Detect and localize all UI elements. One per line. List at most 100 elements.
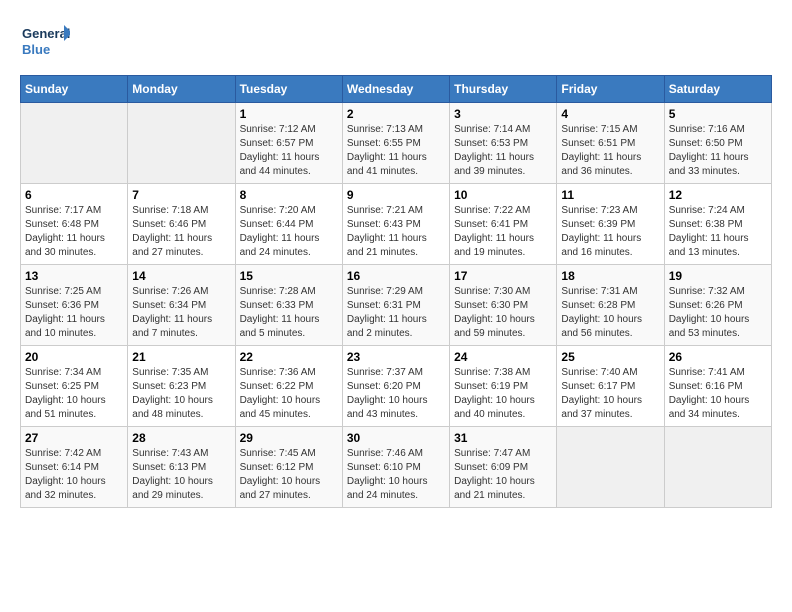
weekday-header: Monday [128,76,235,103]
weekday-header: Friday [557,76,664,103]
calendar-cell [21,103,128,184]
day-number: 19 [669,269,767,283]
calendar-cell: 27 Sunrise: 7:42 AMSunset: 6:14 PMDayligh… [21,427,128,508]
day-number: 8 [240,188,338,202]
calendar-cell: 3 Sunrise: 7:14 AMSunset: 6:53 PMDaylight… [450,103,557,184]
day-info: Sunrise: 7:37 AMSunset: 6:20 PMDaylight:… [347,366,445,422]
day-number: 21 [132,350,230,364]
calendar-cell: 31 Sunrise: 7:47 AMSunset: 6:09 PMDayligh… [450,427,557,508]
day-number: 27 [25,431,123,445]
day-info: Sunrise: 7:40 AMSunset: 6:17 PMDaylight:… [561,366,659,422]
day-number: 31 [454,431,552,445]
day-info: Sunrise: 7:31 AMSunset: 6:28 PMDaylight:… [561,285,659,341]
day-info: Sunrise: 7:25 AMSunset: 6:36 PMDaylight:… [25,285,123,341]
day-number: 22 [240,350,338,364]
day-info: Sunrise: 7:41 AMSunset: 6:16 PMDaylight:… [669,366,767,422]
calendar-week-row: 27 Sunrise: 7:42 AMSunset: 6:14 PMDayligh… [21,427,772,508]
calendar-cell: 26 Sunrise: 7:41 AMSunset: 6:16 PMDayligh… [664,346,771,427]
day-info: Sunrise: 7:18 AMSunset: 6:46 PMDaylight:… [132,204,230,260]
day-number: 28 [132,431,230,445]
weekday-header: Thursday [450,76,557,103]
calendar-cell: 15Sunrise: 7:28 AMSunset: 6:33 PMDayligh… [235,265,342,346]
weekday-header: Tuesday [235,76,342,103]
calendar-cell: 23 Sunrise: 7:37 AMSunset: 6:20 PMDayligh… [342,346,449,427]
day-info: Sunrise: 7:20 AMSunset: 6:44 PMDaylight:… [240,204,338,260]
day-number: 5 [669,107,767,121]
calendar-cell: 12Sunrise: 7:24 AMSunset: 6:38 PMDayligh… [664,184,771,265]
day-number: 16 [347,269,445,283]
calendar-cell: 8 Sunrise: 7:20 AMSunset: 6:44 PMDaylight… [235,184,342,265]
weekday-header: Wednesday [342,76,449,103]
page-header: General Blue [20,20,772,65]
day-number: 2 [347,107,445,121]
day-number: 11 [561,188,659,202]
calendar-cell: 7 Sunrise: 7:18 AMSunset: 6:46 PMDaylight… [128,184,235,265]
day-info: Sunrise: 7:34 AMSunset: 6:25 PMDaylight:… [25,366,123,422]
day-number: 23 [347,350,445,364]
calendar-cell [664,427,771,508]
day-info: Sunrise: 7:42 AMSunset: 6:14 PMDaylight:… [25,447,123,503]
calendar-cell: 9Sunrise: 7:21 AMSunset: 6:43 PMDaylight… [342,184,449,265]
calendar-cell: 24Sunrise: 7:38 AMSunset: 6:19 PMDayligh… [450,346,557,427]
calendar-cell [557,427,664,508]
calendar-week-row: 20 Sunrise: 7:34 AMSunset: 6:25 PMDayligh… [21,346,772,427]
day-info: Sunrise: 7:26 AMSunset: 6:34 PMDaylight:… [132,285,230,341]
calendar-cell: 21 Sunrise: 7:35 AMSunset: 6:23 PMDayligh… [128,346,235,427]
weekday-header-row: SundayMondayTuesdayWednesdayThursdayFrid… [21,76,772,103]
calendar-cell: 1 Sunrise: 7:12 AMSunset: 6:57 PMDaylight… [235,103,342,184]
calendar-cell: 29 Sunrise: 7:45 AMSunset: 6:12 PMDayligh… [235,427,342,508]
day-info: Sunrise: 7:22 AMSunset: 6:41 PMDaylight:… [454,204,552,260]
day-number: 4 [561,107,659,121]
day-info: Sunrise: 7:43 AMSunset: 6:13 PMDaylight:… [132,447,230,503]
day-info: Sunrise: 7:35 AMSunset: 6:23 PMDaylight:… [132,366,230,422]
day-info: Sunrise: 7:17 AMSunset: 6:48 PMDaylight:… [25,204,123,260]
day-info: Sunrise: 7:12 AMSunset: 6:57 PMDaylight:… [240,123,338,179]
svg-text:General: General [22,26,70,41]
weekday-header: Saturday [664,76,771,103]
calendar-cell: 17Sunrise: 7:30 AMSunset: 6:30 PMDayligh… [450,265,557,346]
day-info: Sunrise: 7:16 AMSunset: 6:50 PMDaylight:… [669,123,767,179]
day-number: 29 [240,431,338,445]
day-number: 6 [25,188,123,202]
logo: General Blue [20,20,70,65]
calendar-cell: 16 Sunrise: 7:29 AMSunset: 6:31 PMDayligh… [342,265,449,346]
logo-svg: General Blue [20,20,70,65]
day-number: 13 [25,269,123,283]
day-info: Sunrise: 7:46 AMSunset: 6:10 PMDaylight:… [347,447,445,503]
day-info: Sunrise: 7:28 AMSunset: 6:33 PMDaylight:… [240,285,338,341]
day-number: 24 [454,350,552,364]
day-number: 26 [669,350,767,364]
day-info: Sunrise: 7:47 AMSunset: 6:09 PMDaylight:… [454,447,552,503]
day-number: 3 [454,107,552,121]
day-info: Sunrise: 7:45 AMSunset: 6:12 PMDaylight:… [240,447,338,503]
calendar-table: SundayMondayTuesdayWednesdayThursdayFrid… [20,75,772,508]
day-number: 17 [454,269,552,283]
calendar-cell: 20 Sunrise: 7:34 AMSunset: 6:25 PMDayligh… [21,346,128,427]
day-number: 9 [347,188,445,202]
day-number: 20 [25,350,123,364]
day-number: 18 [561,269,659,283]
weekday-header: Sunday [21,76,128,103]
calendar-cell: 19 Sunrise: 7:32 AMSunset: 6:26 PMDayligh… [664,265,771,346]
day-number: 1 [240,107,338,121]
day-info: Sunrise: 7:14 AMSunset: 6:53 PMDaylight:… [454,123,552,179]
day-number: 7 [132,188,230,202]
calendar-cell: 5 Sunrise: 7:16 AMSunset: 6:50 PMDaylight… [664,103,771,184]
svg-text:Blue: Blue [22,42,50,57]
day-info: Sunrise: 7:23 AMSunset: 6:39 PMDaylight:… [561,204,659,260]
calendar-cell: 18 Sunrise: 7:31 AMSunset: 6:28 PMDayligh… [557,265,664,346]
calendar-cell: 10Sunrise: 7:22 AMSunset: 6:41 PMDayligh… [450,184,557,265]
calendar-cell: 25Sunrise: 7:40 AMSunset: 6:17 PMDayligh… [557,346,664,427]
day-number: 30 [347,431,445,445]
calendar-cell: 2 Sunrise: 7:13 AMSunset: 6:55 PMDaylight… [342,103,449,184]
day-info: Sunrise: 7:36 AMSunset: 6:22 PMDaylight:… [240,366,338,422]
day-info: Sunrise: 7:32 AMSunset: 6:26 PMDaylight:… [669,285,767,341]
calendar-cell [128,103,235,184]
day-info: Sunrise: 7:29 AMSunset: 6:31 PMDaylight:… [347,285,445,341]
calendar-cell: 13 Sunrise: 7:25 AMSunset: 6:36 PMDayligh… [21,265,128,346]
day-info: Sunrise: 7:13 AMSunset: 6:55 PMDaylight:… [347,123,445,179]
calendar-cell: 11 Sunrise: 7:23 AMSunset: 6:39 PMDayligh… [557,184,664,265]
calendar-cell: 14Sunrise: 7:26 AMSunset: 6:34 PMDayligh… [128,265,235,346]
calendar-week-row: 13 Sunrise: 7:25 AMSunset: 6:36 PMDayligh… [21,265,772,346]
calendar-cell: 22 Sunrise: 7:36 AMSunset: 6:22 PMDayligh… [235,346,342,427]
